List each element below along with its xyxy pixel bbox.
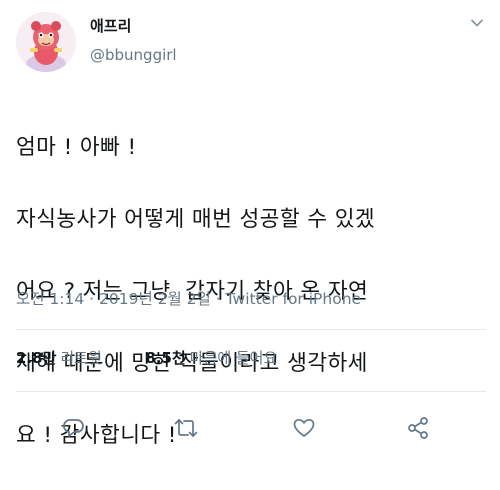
tweet-text-line: 엄마 ! 아빠 !: [16, 135, 137, 160]
retweet-stat[interactable]: 2.8만 리트윗: [16, 349, 107, 367]
share-icon: [408, 417, 428, 439]
reply-icon: [63, 419, 84, 437]
like-label: 마음에 들어요: [189, 349, 278, 367]
retweet-icon: [174, 419, 198, 437]
retweet-count: 2.8만: [16, 349, 57, 367]
avatar[interactable]: [16, 12, 76, 72]
like-stat[interactable]: 8.5천 마음에 들어요: [145, 349, 277, 367]
like-button[interactable]: [290, 414, 318, 442]
heart-icon: [293, 418, 315, 437]
chevron-down-icon[interactable]: [468, 14, 486, 32]
tweet-stats: 2.8만 리트윗 8.5천 마음에 들어요: [16, 347, 277, 369]
share-button[interactable]: [404, 414, 432, 442]
tweet-timestamp-source[interactable]: 오전 1:14 · 2019년 2월 2일 · Twitter for iPho…: [16, 288, 361, 310]
tweet-text-line: 자식농사가 어떻게 매번 성공할 수 있겠: [16, 207, 376, 232]
divider: [16, 329, 486, 330]
display-name[interactable]: 애프리: [90, 16, 177, 36]
retweet-button[interactable]: [172, 414, 200, 442]
tweet-actions: [0, 408, 500, 448]
retweet-label: 리트윗: [60, 349, 102, 367]
tweet-header: 애프리 @bbunggirl: [16, 12, 486, 74]
reply-button[interactable]: [60, 414, 88, 442]
like-count: 8.5천: [145, 349, 186, 367]
user-handle[interactable]: @bbunggirl: [90, 44, 177, 66]
avatar-image: [16, 12, 76, 72]
tweet-card: 애프리 @bbunggirl 엄마 ! 아빠 ! 자식농사가 어떻게 매번 성공…: [0, 0, 500, 464]
author-names: 애프리 @bbunggirl: [90, 16, 177, 66]
divider: [16, 391, 486, 392]
